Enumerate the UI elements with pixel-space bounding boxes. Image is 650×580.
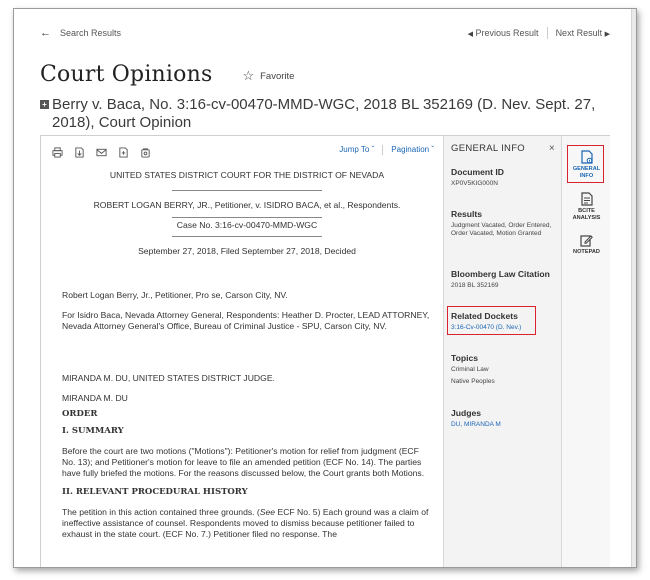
case-number: Case No. 3:16-cv-00470-MMD-WGC [176, 220, 318, 230]
previous-result-label: Previous Result [475, 28, 539, 38]
add-to-folder-icon[interactable] [118, 145, 129, 158]
email-icon[interactable] [96, 145, 107, 157]
procedural-history-heading: II. RELEVANT PROCEDURAL HISTORY [62, 487, 248, 497]
general-info-sidebar: GENERAL INFO × Document ID XP0V5KIG000N … [443, 136, 561, 567]
alert-icon[interactable] [140, 145, 151, 158]
document-info-icon [580, 150, 593, 164]
chevron-down-icon: ˇ [431, 145, 434, 154]
chevron-down-icon: ˇ [371, 145, 375, 154]
document-id-section: Document ID XP0V5KIG000N [451, 167, 555, 188]
divider-rule [172, 217, 322, 218]
divider-rule [172, 236, 322, 237]
general-info-header: GENERAL INFO × [451, 143, 555, 154]
window-scrollbar[interactable] [631, 9, 636, 567]
case-title: Berry v. Baca, No. 3:16-cv-00470-MMD-WGC… [52, 96, 596, 131]
jump-to-label: Jump To [339, 145, 370, 154]
close-icon[interactable]: × [549, 143, 555, 154]
tab-notepad[interactable]: NOTEPAD [562, 234, 611, 256]
citation-section: Bloomberg Law Citation 2018 BL 352169 [451, 269, 555, 290]
results-section: Results Judgment Vacated, Order Entered,… [451, 209, 555, 238]
document-viewer: Jump To ˇ Pagination ˇ UNITED STATES DIS… [41, 136, 443, 567]
case-title-row: + Berry v. Baca, No. 3:16-cv-00470-MMD-W… [40, 96, 620, 132]
results-label: Results [451, 209, 483, 219]
document-text: UNITED STATES DISTRICT COURT FOR THE DIS… [62, 170, 432, 540]
caret-right-icon: ▶ [604, 31, 610, 38]
filed-dates: September 27, 2018, Filed September 27, … [138, 246, 356, 256]
next-result-label: Next Result [555, 28, 603, 38]
page-title: Court Opinions [40, 62, 213, 87]
document-toolbar: Jump To ˇ Pagination ˇ [41, 136, 443, 164]
court-name: UNITED STATES DISTRICT COURT FOR THE DIS… [109, 170, 385, 180]
document-id-value: XP0V5KIG000N [451, 180, 498, 187]
judge-line: MIRANDA M. DU, UNITED STATES DISTRICT JU… [62, 373, 275, 383]
result-navigation: ← Search Results ◀ Previous Result Next … [40, 27, 610, 43]
document-panel: Jump To ˇ Pagination ˇ UNITED STATES DIS… [40, 135, 611, 567]
parties: ROBERT LOGAN BERRY, JR., Petitioner, v. … [93, 200, 401, 210]
analysis-document-icon [580, 192, 593, 206]
summary-heading: I. SUMMARY [62, 426, 124, 436]
tab-info-label: INFO [579, 172, 594, 179]
tab-notepad-label: NOTEPAD [573, 249, 600, 255]
download-icon[interactable] [74, 145, 85, 158]
back-label: Search Results [60, 28, 122, 38]
history-see: See [259, 507, 276, 517]
pagination-menu[interactable]: Pagination ˇ [391, 145, 434, 155]
counsel-respondents: For Isidro Baca, Nevada Attorney General… [62, 310, 430, 331]
citation-label: Bloomberg Law Citation [451, 269, 550, 279]
side-tabs: GENERAL INFO BCITE ANALYSIS NOTEPAD [561, 136, 611, 567]
topic-item: Criminal Law [451, 366, 489, 373]
related-dockets-label: Related Dockets [451, 311, 518, 321]
caret-left-icon: ◀ [467, 31, 474, 38]
general-info-title: GENERAL INFO [451, 143, 525, 154]
previous-result-link[interactable]: ◀ Previous Result [468, 28, 539, 38]
judges-label: Judges [451, 408, 482, 418]
judge-name: MIRANDA M. DU [62, 393, 128, 403]
favorite-button[interactable]: ☆ Favorite [242, 68, 294, 84]
expand-plus-icon[interactable]: + [40, 100, 49, 109]
print-icon[interactable] [52, 145, 63, 158]
topics-section: Topics Criminal Law Native Peoples [451, 353, 555, 385]
results-value: Judgment Vacated, Order Entered, Order V… [451, 222, 552, 237]
tab-analysis-label: ANALYSIS [572, 214, 601, 221]
star-icon: ☆ [242, 68, 255, 83]
judge-link[interactable]: DU, MIRANDA M [451, 421, 555, 429]
arrow-left-icon: ← [40, 27, 51, 39]
divider [382, 145, 384, 155]
divider [546, 27, 548, 39]
related-dockets-section: Related Dockets 3:16-Cv-00470 (D. Nev.) [451, 311, 555, 332]
app-window: ← Search Results ◀ Previous Result Next … [13, 8, 637, 568]
counsel-petitioner: Robert Logan Berry, Jr., Petitioner, Pro… [62, 290, 288, 300]
notepad-pencil-icon [580, 235, 593, 247]
back-to-search-results[interactable]: ← Search Results [40, 27, 121, 39]
procedural-history-paragraph: The petition in this action contained th… [62, 507, 432, 540]
divider-rule [172, 190, 322, 191]
summary-paragraph: Before the court are two motions ("Motio… [62, 446, 425, 478]
citation-value: 2018 BL 352169 [451, 282, 499, 289]
tab-bcite-analysis[interactable]: BCITE ANALYSIS [562, 192, 611, 221]
jump-to-menu[interactable]: Jump To ˇ [339, 145, 374, 155]
order-heading: ORDER [62, 409, 98, 419]
topics-label: Topics [451, 353, 479, 363]
pagination-label: Pagination [391, 145, 430, 154]
document-id-label: Document ID [451, 167, 504, 177]
history-text: The petition in this action contained th… [62, 507, 260, 517]
topic-item: Native Peoples [451, 378, 495, 385]
next-result-link[interactable]: Next Result ▶ [556, 28, 610, 38]
judges-section: Judges DU, MIRANDA M [451, 408, 555, 429]
docket-link[interactable]: 3:16-Cv-00470 (D. Nev.) [451, 324, 555, 332]
tab-general-info[interactable]: GENERAL INFO [562, 150, 611, 179]
favorite-label: Favorite [260, 70, 295, 82]
